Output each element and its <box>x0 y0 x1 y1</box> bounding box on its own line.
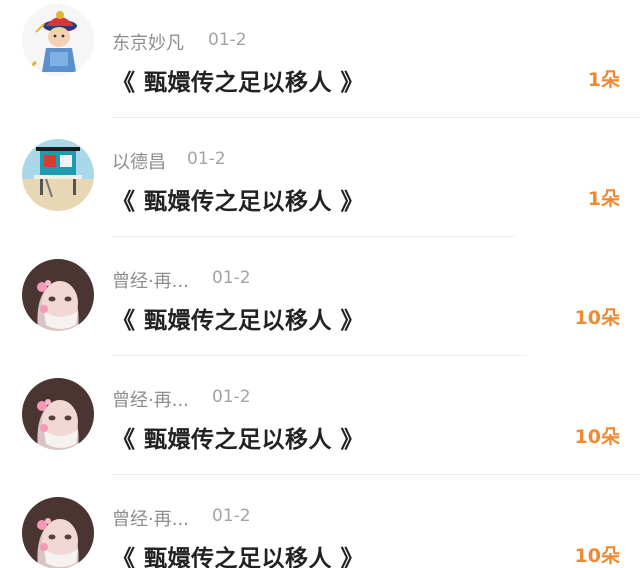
gift-title[interactable]: 《 甄嬛传之足以移人 》 <box>112 63 364 97</box>
gift-title[interactable]: 《 甄嬛传之足以移人 》 <box>112 420 364 454</box>
gift-record-list: 东京妙凡 01-2 《 甄嬛传之足以移人 》 1朵 以德昌 01-2 《 甄嬛传… <box>0 0 640 568</box>
list-item[interactable]: 曾经·再... 01-2 《 甄嬛传之足以移人 》 10朵 <box>0 476 640 568</box>
divider <box>112 474 640 475</box>
list-item[interactable]: 曾经·再... 01-2 《 甄嬛传之足以移人 》 10朵 <box>0 357 640 476</box>
list-item[interactable]: 曾经·再... 01-2 《 甄嬛传之足以移人 》 10朵 <box>0 238 640 357</box>
list-item[interactable]: 东京妙凡 01-2 《 甄嬛传之足以移人 》 1朵 <box>0 0 640 119</box>
gift-title[interactable]: 《 甄嬛传之足以移人 》 <box>112 539 364 568</box>
anime-girl-avatar-icon[interactable] <box>22 259 94 331</box>
sender-name[interactable]: 曾经·再... <box>112 505 189 531</box>
beach-hut-avatar-icon[interactable] <box>22 139 94 211</box>
send-date: 01-2 <box>212 268 251 288</box>
qing-official-avatar-icon[interactable] <box>22 4 94 76</box>
sender-name[interactable]: 曾经·再... <box>112 267 189 293</box>
flower-count: 10朵 <box>574 545 620 567</box>
send-date: 01-2 <box>212 387 251 407</box>
gift-title[interactable]: 《 甄嬛传之足以移人 》 <box>112 301 364 335</box>
anime-girl-avatar-icon[interactable] <box>22 378 94 450</box>
send-date: 01-2 <box>187 149 226 169</box>
flower-count: 1朵 <box>587 188 620 210</box>
sender-name[interactable]: 东京妙凡 <box>112 29 184 55</box>
divider <box>112 355 527 356</box>
send-date: 01-2 <box>212 506 251 526</box>
flower-count: 10朵 <box>574 307 620 329</box>
flower-count: 1朵 <box>587 69 620 91</box>
sender-name[interactable]: 曾经·再... <box>112 386 189 412</box>
gift-title[interactable]: 《 甄嬛传之足以移人 》 <box>112 182 364 216</box>
anime-girl-avatar-icon[interactable] <box>22 497 94 568</box>
send-date: 01-2 <box>208 30 247 50</box>
flower-count: 10朵 <box>574 426 620 448</box>
divider <box>112 117 640 118</box>
sender-name[interactable]: 以德昌 <box>112 148 166 174</box>
list-item[interactable]: 以德昌 01-2 《 甄嬛传之足以移人 》 1朵 <box>0 119 640 238</box>
divider <box>112 236 514 237</box>
